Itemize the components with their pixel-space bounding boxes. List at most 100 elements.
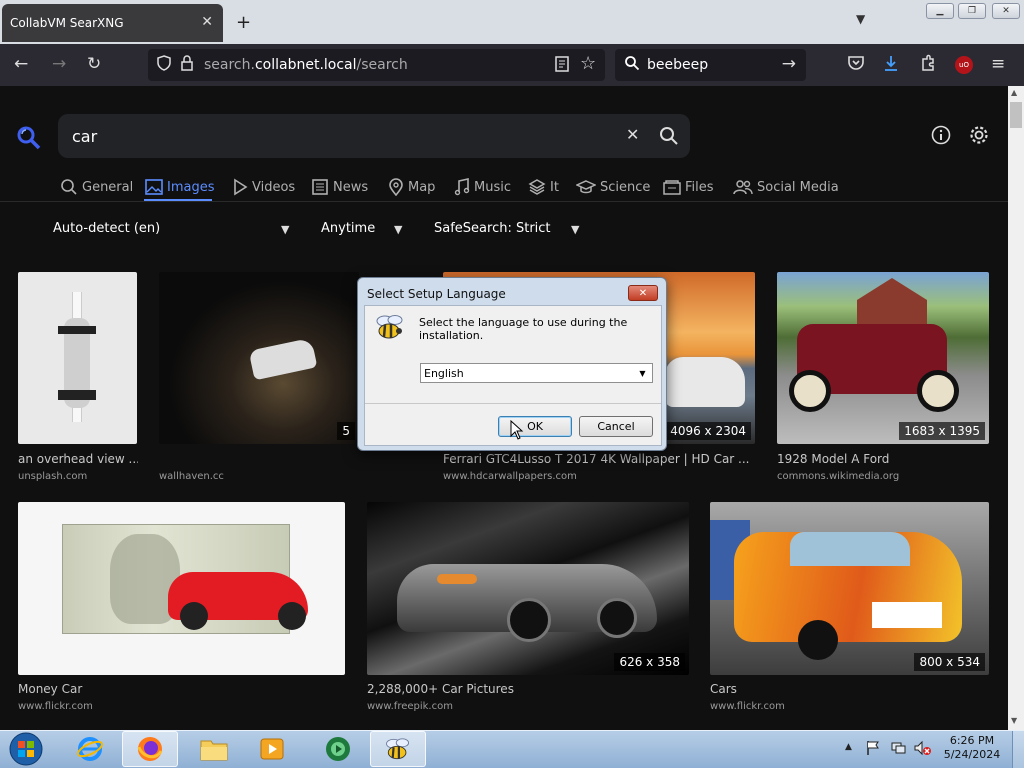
- restore-icon[interactable]: ❐: [958, 3, 986, 19]
- image-size-badge: 626 x 358: [614, 653, 685, 671]
- dialog-close-icon[interactable]: ✕: [628, 285, 658, 301]
- result-title[interactable]: Money Car: [18, 682, 338, 696]
- pocket-icon[interactable]: [847, 54, 865, 77]
- language-filter-select[interactable]: Auto-detect (en): [53, 221, 160, 236]
- ublock-icon[interactable]: uO: [955, 56, 973, 74]
- result-title[interactable]: Ferrari GTC4Lusso T 2017 4K Wallpaper | …: [443, 452, 753, 466]
- tab-label: Videos: [252, 179, 296, 195]
- tab-map[interactable]: Map: [388, 178, 435, 196]
- new-tab-icon[interactable]: +: [236, 12, 251, 33]
- dialog-message: Select the language to use during the in…: [419, 316, 628, 342]
- tab-general[interactable]: General: [60, 178, 133, 196]
- result-title[interactable]: an overhead view ...: [18, 452, 138, 466]
- url-bar[interactable]: search.collabnet.local/search ☆: [148, 49, 605, 81]
- go-arrow-icon[interactable]: →: [782, 54, 796, 74]
- result-image-0[interactable]: [18, 272, 137, 444]
- result-image-4[interactable]: [18, 502, 345, 675]
- network-icon[interactable]: [890, 740, 906, 760]
- bookmark-star-icon[interactable]: ☆: [580, 53, 596, 74]
- result-image-6[interactable]: 800 x 534: [710, 502, 989, 675]
- minimize-icon[interactable]: ▁: [926, 3, 954, 19]
- url-prefix: search.: [204, 57, 255, 73]
- scroll-down-icon[interactable]: ▼: [1011, 716, 1017, 725]
- reader-view-icon[interactable]: [554, 56, 570, 76]
- mouse-cursor-icon: [510, 419, 524, 444]
- start-button[interactable]: [6, 731, 46, 767]
- image-size-badge: 4096 x 2304: [665, 422, 751, 440]
- extensions-icon[interactable]: [919, 54, 937, 77]
- list-tabs-icon[interactable]: ▼: [856, 12, 865, 26]
- tab-label: Images: [167, 179, 215, 195]
- close-window-icon[interactable]: ✕: [992, 3, 1020, 19]
- shield-icon: [156, 55, 172, 75]
- browser-tab[interactable]: CollabVM SearXNG ✕: [2, 4, 223, 42]
- tab-files[interactable]: Files: [663, 178, 714, 196]
- taskbar-explorer[interactable]: [186, 731, 242, 767]
- url-host: collabnet.local: [254, 57, 357, 73]
- time-filter-select[interactable]: Anytime: [321, 221, 375, 236]
- tab-label: Files: [685, 179, 714, 195]
- taskbar-setup[interactable]: [370, 731, 426, 767]
- cancel-button[interactable]: Cancel: [579, 416, 653, 437]
- info-icon[interactable]: [931, 125, 951, 149]
- tab-videos[interactable]: Videos: [232, 178, 295, 196]
- browser-search-text: beebeep: [647, 57, 709, 73]
- search-submit-icon[interactable]: [659, 126, 679, 150]
- url-path: /search: [356, 57, 408, 73]
- download-icon[interactable]: [882, 54, 900, 77]
- show-hidden-icons-icon[interactable]: ▲: [845, 742, 852, 752]
- tab-label: General: [82, 179, 134, 195]
- dialog-divider: [365, 403, 661, 404]
- back-icon[interactable]: ←: [14, 54, 28, 74]
- taskbar-clock[interactable]: 6:26 PM 5/24/2024: [940, 734, 1004, 762]
- url-text: search.collabnet.local/search: [204, 57, 408, 73]
- show-desktop-button[interactable]: [1012, 731, 1024, 768]
- clear-search-icon[interactable]: ✕: [626, 125, 639, 144]
- language-select[interactable]: English ▼: [420, 363, 653, 383]
- tab-music[interactable]: Music: [454, 178, 511, 196]
- tab-it[interactable]: It: [528, 178, 559, 196]
- taskbar-firefox[interactable]: [122, 731, 178, 767]
- taskbar-media-player[interactable]: [244, 731, 300, 767]
- searxng-logo-icon[interactable]: [16, 125, 42, 157]
- folder-icon: [200, 740, 228, 761]
- search-input[interactable]: car ✕: [58, 114, 690, 158]
- tab-images[interactable]: Images: [145, 178, 215, 196]
- result-image-3[interactable]: 1683 x 1395: [777, 272, 989, 444]
- action-center-flag-icon[interactable]: [866, 740, 880, 760]
- result-title[interactable]: Cars: [710, 682, 988, 696]
- menu-icon[interactable]: ≡: [991, 54, 1005, 74]
- result-source: www.flickr.com: [710, 701, 785, 712]
- browser-search-bar[interactable]: beebeep →: [615, 49, 806, 81]
- chevron-down-icon[interactable]: ▼: [281, 223, 289, 236]
- result-image-1[interactable]: 5: [159, 272, 359, 444]
- chevron-down-icon[interactable]: ▼: [394, 223, 402, 236]
- tab-science[interactable]: Science: [576, 178, 650, 196]
- windows-logo-icon: [9, 732, 43, 766]
- chevron-down-icon[interactable]: ▼: [635, 366, 650, 380]
- page-scrollbar[interactable]: [1008, 86, 1024, 730]
- firefox-icon: [137, 737, 163, 761]
- tab-news[interactable]: News: [311, 178, 368, 196]
- result-source: unsplash.com: [18, 471, 88, 482]
- scrollbar-thumb[interactable]: [1010, 102, 1022, 128]
- taskbar-app[interactable]: [310, 731, 366, 767]
- result-source: www.hdcarwallpapers.com: [443, 471, 577, 482]
- result-image-5[interactable]: 626 x 358: [367, 502, 689, 675]
- search-query: car: [72, 126, 98, 146]
- tab-social-media[interactable]: Social Media: [733, 178, 839, 196]
- taskbar-internet-explorer[interactable]: [62, 731, 118, 767]
- reload-icon[interactable]: ↻: [87, 54, 101, 74]
- tab-title: CollabVM SearXNG: [10, 16, 124, 30]
- settings-gear-icon[interactable]: [968, 124, 990, 150]
- result-title[interactable]: 1928 Model A Ford: [777, 452, 987, 466]
- safesearch-filter-select[interactable]: SafeSearch: Strict: [434, 221, 551, 236]
- forward-icon[interactable]: →: [52, 54, 66, 74]
- layers-icon: [528, 179, 546, 195]
- media-player-icon: [260, 738, 284, 760]
- result-title[interactable]: 2,288,000+ Car Pictures: [367, 682, 687, 696]
- scroll-up-icon[interactable]: ▲: [1011, 88, 1017, 97]
- volume-muted-icon[interactable]: [914, 740, 932, 760]
- chevron-down-icon[interactable]: ▼: [571, 223, 579, 236]
- tab-close-icon[interactable]: ✕: [201, 14, 213, 30]
